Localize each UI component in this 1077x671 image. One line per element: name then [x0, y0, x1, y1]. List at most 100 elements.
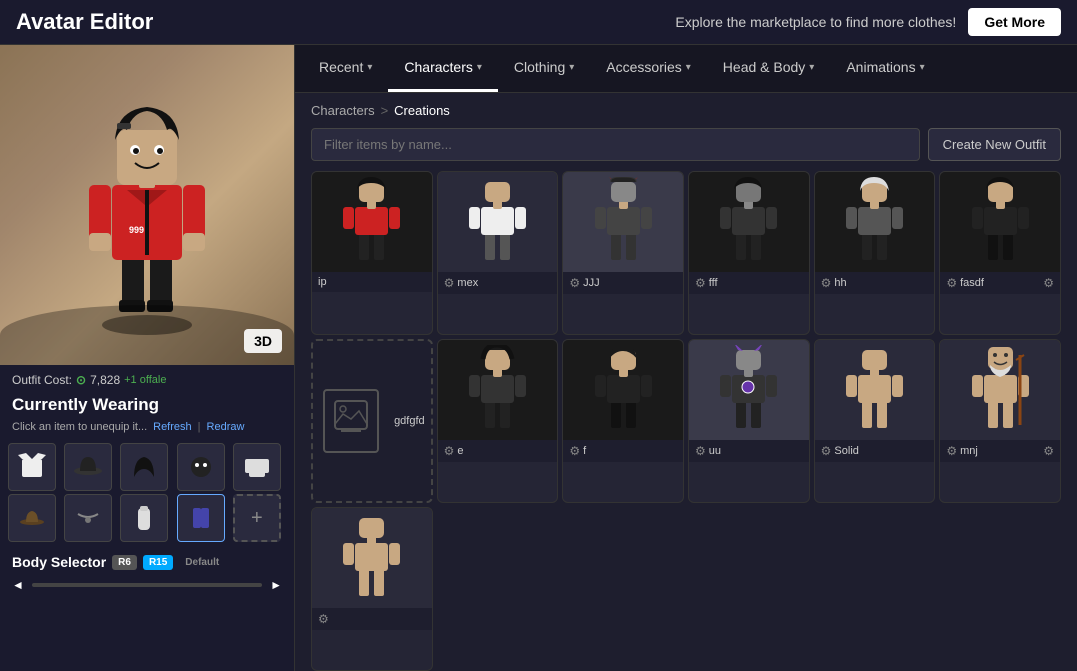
tab-head-body[interactable]: Head & Body ▾ — [707, 45, 831, 92]
tab-animations[interactable]: Animations ▾ — [830, 45, 940, 92]
gear-icon-10: ⚙ — [695, 444, 706, 458]
wearing-items-grid: + — [0, 439, 294, 546]
tab-clothing[interactable]: Clothing ▾ — [498, 45, 590, 92]
wearing-item-4[interactable] — [177, 443, 225, 491]
outfit-cost-label: Outfit Cost: — [12, 373, 72, 387]
outfit-img-3 — [563, 172, 683, 272]
chain-icon — [70, 500, 106, 536]
outfit-card-2[interactable]: ⚙ mex — [437, 171, 559, 335]
outfit-char-10 — [716, 345, 781, 435]
cost-value: 7,828 — [90, 373, 120, 387]
outfit-card-3[interactable]: ⚙ JJJ — [562, 171, 684, 335]
outfit-char-1 — [339, 177, 404, 267]
breadcrumb-parent[interactable]: Characters — [311, 103, 375, 118]
pants-icon — [183, 500, 219, 536]
offale-text: +1 offale — [124, 374, 166, 386]
outfit-char-8 — [465, 345, 530, 435]
outfit-card-12[interactable]: ⚙ mnj ⚙ — [939, 339, 1061, 503]
outfit-card-5[interactable]: ⚙ hh — [814, 171, 936, 335]
refresh-link[interactable]: Refresh — [153, 421, 192, 433]
r6-badge: R6 — [112, 555, 137, 570]
3d-badge: 3D — [244, 329, 282, 353]
gear-icon-12: ⚙ — [946, 444, 957, 458]
create-outfit-button[interactable]: Create New Outfit — [928, 128, 1061, 161]
outfit-card-4[interactable]: ⚙ fff — [688, 171, 810, 335]
outfit-label-13: ⚙ — [312, 608, 432, 630]
outfit-label-5: ⚙ hh — [815, 272, 935, 294]
outfit-card-10[interactable]: ⚙ uu — [688, 339, 810, 503]
r15-badge: R15 — [143, 555, 173, 570]
add-item-button[interactable]: + — [233, 494, 281, 542]
slider-left-arrow[interactable]: ◄ — [12, 578, 24, 592]
wearing-item-6[interactable] — [8, 494, 56, 542]
outfit-char-2 — [465, 177, 530, 267]
outfit-img-1 — [312, 172, 432, 272]
outfit-card-6[interactable]: ⚙ fasdf ⚙ — [939, 171, 1061, 335]
recent-chevron: ▾ — [367, 62, 372, 73]
outfit-label-11: ⚙ Solid — [815, 440, 935, 462]
gear-icon-6b: ⚙ — [1043, 276, 1054, 290]
body-selector-title: Body Selector — [12, 554, 106, 570]
outfit-card-7[interactable]: gdfgfd — [311, 339, 433, 503]
top-bar: Avatar Editor Explore the marketplace to… — [0, 0, 1077, 45]
outfit-card-11[interactable]: ⚙ Solid — [814, 339, 936, 503]
clothing-chevron: ▾ — [569, 62, 574, 73]
outfit-img-4 — [689, 172, 809, 272]
brown-hat-icon — [14, 500, 50, 536]
outfit-img-12 — [940, 340, 1060, 440]
outfit-img-13 — [312, 508, 432, 608]
filter-input[interactable] — [311, 128, 920, 161]
outfit-img-6 — [940, 172, 1060, 272]
tab-recent[interactable]: Recent ▾ — [303, 45, 388, 92]
wearing-item-8[interactable] — [120, 494, 168, 542]
wearing-item-2[interactable] — [64, 443, 112, 491]
gear-icon-4: ⚙ — [695, 276, 706, 290]
outfit-char-6 — [968, 177, 1033, 267]
tab-characters[interactable]: Characters ▾ — [388, 45, 498, 92]
body-selector-controls: ◄ ► — [0, 574, 294, 596]
svg-text:999: 999 — [129, 225, 144, 235]
body-selector: Body Selector R6 R15 Default — [0, 546, 294, 574]
app-title: Avatar Editor — [16, 9, 153, 35]
animations-chevron: ▾ — [920, 62, 925, 73]
outfit-char-4 — [716, 177, 781, 267]
outfit-char-9 — [591, 345, 656, 435]
body-slider-track[interactable] — [32, 583, 262, 587]
outfit-label-2: ⚙ mex — [438, 272, 558, 294]
outfit-img-5 — [815, 172, 935, 272]
outfit-label-4: ⚙ fff — [689, 272, 809, 294]
outfit-label-12: ⚙ mnj ⚙ — [940, 440, 1060, 462]
outfit-img-9 — [563, 340, 683, 440]
tab-accessories[interactable]: Accessories ▾ — [590, 45, 707, 92]
outfit-card-1[interactable]: ip — [311, 171, 433, 335]
wearing-item-7[interactable] — [64, 494, 112, 542]
outfit-label-6: ⚙ fasdf ⚙ — [940, 272, 1060, 294]
nav-tabs: Recent ▾ Characters ▾ Clothing ▾ Accesso… — [295, 45, 1077, 93]
redraw-link[interactable]: Redraw — [207, 421, 245, 433]
outfit-card-9[interactable]: ⚙ f — [562, 339, 684, 503]
outfit-card-13[interactable]: ⚙ — [311, 507, 433, 671]
breadcrumb-separator: > — [381, 103, 389, 118]
outfit-card-8[interactable]: ⚙ e — [437, 339, 559, 503]
wearing-item-3[interactable] — [120, 443, 168, 491]
wearing-item-1[interactable] — [8, 443, 56, 491]
broken-image-icon — [323, 389, 379, 453]
gear-icon-9: ⚙ — [569, 444, 580, 458]
default-badge: Default — [179, 555, 225, 570]
gear-icon-12b: ⚙ — [1043, 444, 1054, 458]
outfit-label-10: ⚙ uu — [689, 440, 809, 462]
gear-icon-3: ⚙ — [569, 276, 580, 290]
marketplace-text: Explore the marketplace to find more clo… — [675, 14, 956, 30]
wearing-item-5[interactable] — [233, 443, 281, 491]
outfit-char-5 — [842, 177, 907, 267]
gear-icon-13: ⚙ — [318, 612, 329, 626]
slider-right-arrow[interactable]: ► — [270, 578, 282, 592]
outfit-char-12 — [968, 345, 1033, 435]
outfit-char-3 — [591, 177, 656, 267]
outfit-img-10 — [689, 340, 809, 440]
outfit-label-9: ⚙ f — [563, 440, 683, 462]
get-more-button[interactable]: Get More — [968, 8, 1061, 36]
wearing-item-9[interactable] — [177, 494, 225, 542]
accessories-chevron: ▾ — [686, 62, 691, 73]
top-bar-right: Explore the marketplace to find more clo… — [675, 8, 1061, 36]
